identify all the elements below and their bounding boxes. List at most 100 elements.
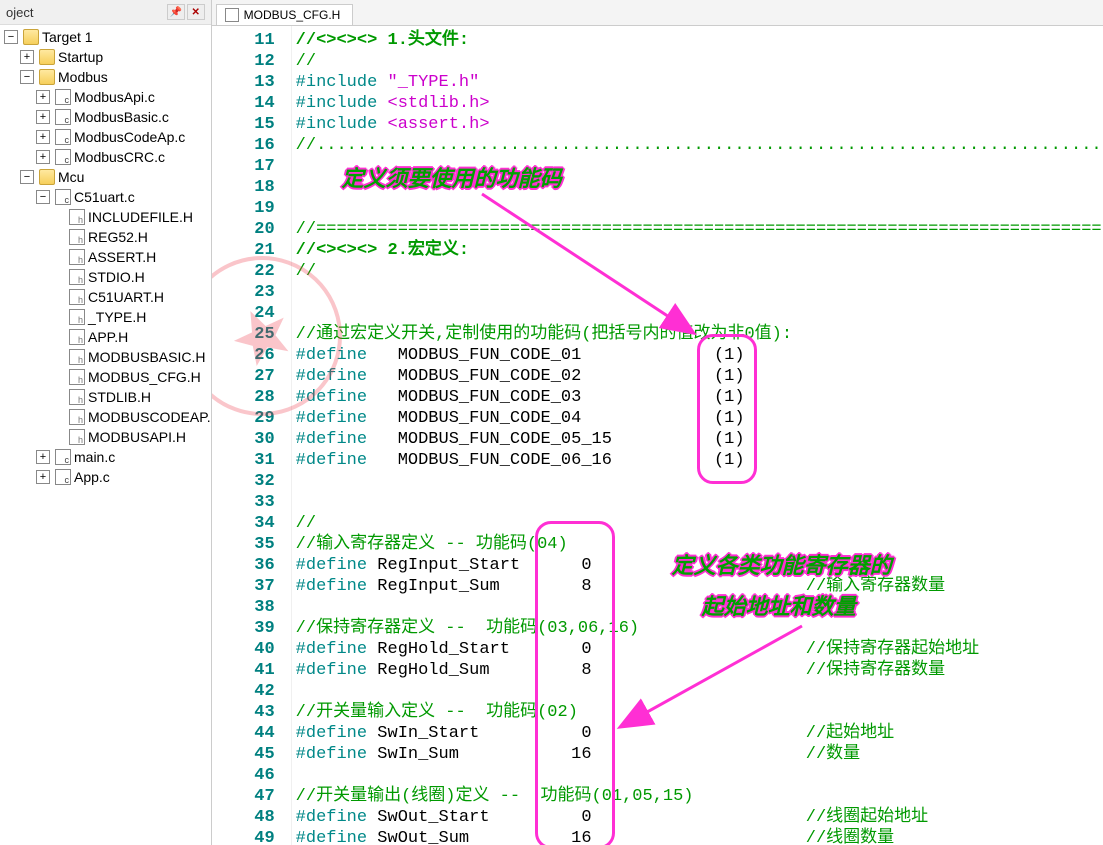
tree-item[interactable]: +ModbusBasic.c xyxy=(32,107,211,127)
code-line[interactable]: //开关量输出(线圈)定义 -- 功能码(01,05,15) xyxy=(296,786,1103,807)
tree-item[interactable]: +ModbusApi.c xyxy=(32,87,211,107)
tree-item[interactable]: + main.c xyxy=(32,447,211,467)
tree-item[interactable]: APP.H xyxy=(48,327,211,347)
pin-icon[interactable]: 📌 xyxy=(167,4,185,20)
line-number: 37 xyxy=(212,576,275,597)
code-line[interactable]: #define MODBUS_FUN_CODE_05_15 (1) xyxy=(296,429,1103,450)
code-line[interactable] xyxy=(296,492,1103,513)
tree-item[interactable]: − Mcu xyxy=(16,167,211,187)
project-tree[interactable]: −Target 1+Startup−Modbus+ModbusApi.c+Mod… xyxy=(0,25,211,845)
code-line[interactable]: #define SwIn_Sum 16 //数量 xyxy=(296,744,1103,765)
tree-toggle-icon[interactable]: − xyxy=(20,170,34,184)
tree-item[interactable]: STDLIB.H xyxy=(48,387,211,407)
code-line[interactable]: //<><><> 1.头文件: xyxy=(296,30,1103,51)
line-number: 47 xyxy=(212,786,275,807)
code-line[interactable]: #define SwIn_Start 0 //起始地址 xyxy=(296,723,1103,744)
line-number: 49 xyxy=(212,828,275,845)
file-icon xyxy=(225,8,239,22)
code-line[interactable] xyxy=(296,765,1103,786)
tree-item[interactable]: STDIO.H xyxy=(48,267,211,287)
code-line[interactable]: //开关量输入定义 -- 功能码(02) xyxy=(296,702,1103,723)
c-file-icon xyxy=(55,129,71,145)
code-line[interactable]: //<><><> 2.宏定义: xyxy=(296,240,1103,261)
code-line[interactable]: // xyxy=(296,51,1103,72)
code-line[interactable]: #define RegInput_Sum 8 //输入寄存器数量 xyxy=(296,576,1103,597)
tree-item[interactable]: +App.c xyxy=(32,467,211,487)
code-line[interactable] xyxy=(296,597,1103,618)
tree-item[interactable]: MODBUS_CFG.H xyxy=(48,367,211,387)
code-line[interactable]: #define RegInput_Start 0 xyxy=(296,555,1103,576)
code-line[interactable] xyxy=(296,282,1103,303)
code-line[interactable]: #define MODBUS_FUN_CODE_06_16 (1) xyxy=(296,450,1103,471)
tree-item[interactable]: MODBUSBASIC.H xyxy=(48,347,211,367)
code-line[interactable]: #include "_TYPE.h" xyxy=(296,72,1103,93)
line-number: 29 xyxy=(212,408,275,429)
tree-toggle-icon[interactable]: + xyxy=(36,450,50,464)
folder-icon xyxy=(23,29,39,45)
h-file-icon xyxy=(69,229,85,245)
tree-item[interactable]: +ModbusCodeAp.c xyxy=(32,127,211,147)
code-line[interactable]: #define MODBUS_FUN_CODE_01 (1) xyxy=(296,345,1103,366)
code-body[interactable]: //<><><> 1.头文件://#include "_TYPE.h"#incl… xyxy=(292,26,1103,845)
tab-modbus-cfg[interactable]: MODBUS_CFG.H xyxy=(216,4,354,25)
tree-toggle-icon[interactable]: − xyxy=(4,30,18,44)
tree-item[interactable]: REG52.H xyxy=(48,227,211,247)
code-line[interactable] xyxy=(296,471,1103,492)
code-line[interactable] xyxy=(296,198,1103,219)
code-line[interactable] xyxy=(296,681,1103,702)
close-icon[interactable]: ✕ xyxy=(187,4,205,20)
code-line[interactable]: //通过宏定义开关,定制使用的功能码(把括号内的值改为非0值): xyxy=(296,324,1103,345)
tree-item[interactable]: C51UART.H xyxy=(48,287,211,307)
tree-toggle-icon[interactable]: + xyxy=(36,90,50,104)
code-line[interactable] xyxy=(296,177,1103,198)
code-line[interactable]: #include <assert.h> xyxy=(296,114,1103,135)
tree-toggle-icon[interactable]: + xyxy=(36,150,50,164)
code-line[interactable] xyxy=(296,303,1103,324)
tree-toggle-icon[interactable]: + xyxy=(36,130,50,144)
panel-title: oject xyxy=(6,5,33,20)
code-line[interactable]: #define SwOut_Start 0 //线圈起始地址 xyxy=(296,807,1103,828)
h-file-icon xyxy=(69,309,85,325)
code-line[interactable]: #include <stdlib.h> xyxy=(296,93,1103,114)
code-line[interactable]: // xyxy=(296,513,1103,534)
line-number: 41 xyxy=(212,660,275,681)
tree-item[interactable]: −Modbus xyxy=(16,67,211,87)
tree-item[interactable]: MODBUSAPI.H xyxy=(48,427,211,447)
code-line[interactable] xyxy=(296,156,1103,177)
tree-toggle-icon[interactable]: + xyxy=(36,110,50,124)
tree-item[interactable]: INCLUDEFILE.H xyxy=(48,207,211,227)
code-line[interactable]: #define MODBUS_FUN_CODE_02 (1) xyxy=(296,366,1103,387)
tree-item[interactable]: _TYPE.H xyxy=(48,307,211,327)
code-line[interactable]: #define MODBUS_FUN_CODE_04 (1) xyxy=(296,408,1103,429)
tree-label: C51UART.H xyxy=(88,289,164,305)
tree-item[interactable]: +ModbusCRC.c xyxy=(32,147,211,167)
code-line[interactable]: // xyxy=(296,261,1103,282)
code-line[interactable]: //======================================… xyxy=(296,219,1103,240)
tree-item[interactable]: ASSERT.H xyxy=(48,247,211,267)
project-panel: oject 📌 ✕ −Target 1+Startup−Modbus+Modbu… xyxy=(0,0,212,845)
tree-item[interactable]: −Target 1 xyxy=(0,27,211,47)
tree-label: REG52.H xyxy=(88,229,148,245)
tree-label: main.c xyxy=(74,449,115,465)
line-number: 40 xyxy=(212,639,275,660)
code-editor[interactable]: 1112131415161718192021222324252627282930… xyxy=(212,26,1103,845)
code-line[interactable]: #define RegHold_Sum 8 //保持寄存器数量 xyxy=(296,660,1103,681)
tree-toggle-icon[interactable]: − xyxy=(36,190,50,204)
code-line[interactable]: //输入寄存器定义 -- 功能码(04) xyxy=(296,534,1103,555)
code-line[interactable]: //......................................… xyxy=(296,135,1103,156)
line-number: 18 xyxy=(212,177,275,198)
line-number: 44 xyxy=(212,723,275,744)
code-line[interactable]: #define RegHold_Start 0 //保持寄存器起始地址 xyxy=(296,639,1103,660)
tree-item[interactable]: −C51uart.c xyxy=(32,187,211,207)
tree-toggle-icon[interactable]: − xyxy=(20,70,34,84)
code-line[interactable]: #define MODBUS_FUN_CODE_03 (1) xyxy=(296,387,1103,408)
tree-label: Mcu xyxy=(58,169,84,185)
tree-item[interactable]: MODBUSCODEAP. xyxy=(48,407,211,427)
tree-toggle-icon[interactable]: + xyxy=(36,470,50,484)
code-line[interactable]: #define SwOut_Sum 16 //线圈数量 xyxy=(296,828,1103,845)
tab-label: MODBUS_CFG.H xyxy=(244,8,341,22)
tree-toggle-icon[interactable]: + xyxy=(20,50,34,64)
tree-item[interactable]: +Startup xyxy=(16,47,211,67)
code-line[interactable]: //保持寄存器定义 -- 功能码(03,06,16) xyxy=(296,618,1103,639)
h-file-icon xyxy=(69,349,85,365)
